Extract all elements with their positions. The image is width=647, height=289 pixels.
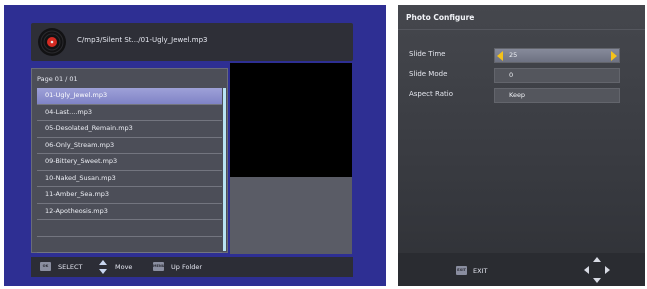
browser-footer: OK SELECT Move MENU Up Folder bbox=[31, 257, 353, 277]
arrow-right-icon[interactable] bbox=[611, 51, 617, 61]
file-row[interactable]: 06-Only_Stream.mp3 bbox=[37, 138, 222, 154]
scrollbar-thumb[interactable] bbox=[223, 88, 226, 251]
file-row[interactable]: 09-Bittery_Sweet.mp3 bbox=[37, 154, 222, 171]
file-list-panel: Page 01 / 01 01-Ugly_Jewel.mp3 04-Last...… bbox=[31, 68, 228, 270]
scrollbar-track[interactable] bbox=[223, 88, 226, 251]
slide-time-selector[interactable]: 25 bbox=[494, 48, 620, 63]
aspect-ratio-value: Keep bbox=[509, 91, 526, 99]
up-down-arrow-icon bbox=[99, 260, 107, 274]
up-folder-hint: Up Folder bbox=[171, 263, 203, 271]
menu-key-icon: MENU bbox=[153, 262, 165, 271]
file-row[interactable]: 10-Naked_Susan.mp3 bbox=[37, 171, 222, 187]
slide-mode-value: 0 bbox=[509, 71, 514, 79]
info-panel bbox=[230, 177, 352, 254]
file-row[interactable]: 12-Apotheosis.mp3 bbox=[37, 204, 222, 220]
arrow-left-icon[interactable] bbox=[497, 51, 503, 61]
dpad-navigation-icon bbox=[584, 257, 610, 283]
page-title: Photo Configure bbox=[406, 13, 475, 22]
slide-time-label: Slide Time bbox=[409, 50, 446, 58]
vinyl-disc-icon bbox=[38, 28, 66, 56]
exit-key-icon: EXIT bbox=[456, 266, 467, 275]
preview-window bbox=[230, 63, 352, 177]
file-row[interactable] bbox=[37, 237, 222, 253]
file-row[interactable]: 11-Amber_Sea.mp3 bbox=[37, 187, 222, 204]
file-row[interactable]: 04-Last....mp3 bbox=[37, 105, 222, 121]
music-browser-screen: C/mp3/Silent St.../01-Ugly_Jewel.mp3 Pag… bbox=[4, 5, 386, 286]
aspect-ratio-selector[interactable]: Keep bbox=[494, 88, 620, 103]
file-row[interactable]: 05-Desolated_Remain.mp3 bbox=[37, 121, 222, 138]
exit-hint: EXIT bbox=[473, 267, 488, 275]
slide-mode-selector[interactable]: 0 bbox=[494, 68, 620, 83]
file-row-selected[interactable]: 01-Ugly_Jewel.mp3 bbox=[37, 88, 222, 105]
select-hint: SELECT bbox=[58, 263, 83, 271]
ok-key-icon: OK bbox=[40, 262, 51, 271]
aspect-ratio-label: Aspect Ratio bbox=[409, 90, 453, 98]
file-list: 01-Ugly_Jewel.mp3 04-Last....mp3 05-Desola… bbox=[37, 88, 222, 270]
slide-mode-label: Slide Mode bbox=[409, 70, 448, 78]
photo-configure-screen: Photo Configure Slide Time 25 Slide Mode… bbox=[398, 5, 645, 286]
configure-footer: EXIT EXIT bbox=[398, 253, 645, 286]
now-playing-header: C/mp3/Silent St.../01-Ugly_Jewel.mp3 bbox=[31, 23, 353, 61]
title-divider bbox=[398, 29, 645, 30]
page-indicator: Page 01 / 01 bbox=[37, 75, 78, 83]
move-hint: Move bbox=[115, 263, 133, 271]
slide-time-value: 25 bbox=[509, 51, 518, 59]
file-row[interactable] bbox=[37, 220, 222, 237]
current-file-path: C/mp3/Silent St.../01-Ugly_Jewel.mp3 bbox=[77, 36, 208, 44]
